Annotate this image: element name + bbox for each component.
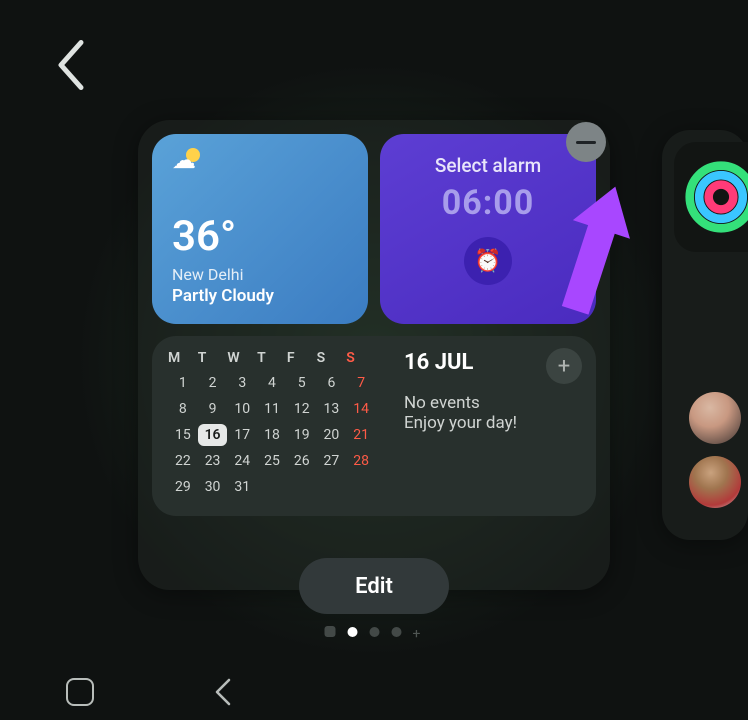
alarm-title: Select alarm bbox=[435, 154, 541, 177]
widget-panel: 36° New Delhi Partly Cloudy Select alarm… bbox=[138, 120, 610, 590]
calendar-day[interactable]: 1 bbox=[168, 372, 198, 394]
city-label: New Delhi bbox=[172, 265, 348, 284]
avatar[interactable] bbox=[689, 456, 741, 508]
calendar-day[interactable]: 26 bbox=[287, 450, 317, 472]
calendar-day[interactable]: 16 bbox=[198, 424, 228, 446]
dow-label: M bbox=[168, 350, 198, 366]
activity-rings-widget[interactable] bbox=[674, 142, 748, 252]
calendar-day[interactable]: 2 bbox=[198, 372, 228, 394]
temperature: 36° bbox=[172, 212, 348, 261]
calendar-day[interactable]: 18 bbox=[257, 424, 287, 446]
alarm-widget[interactable]: Select alarm 06:00 ⏰ bbox=[380, 134, 596, 324]
calendar-day[interactable]: 7 bbox=[346, 372, 376, 394]
calendar-day[interactable]: 25 bbox=[257, 450, 287, 472]
dow-label: T bbox=[257, 350, 287, 366]
nav-back-button[interactable] bbox=[214, 678, 232, 706]
dow-label: S bbox=[346, 350, 376, 366]
dow-label: S bbox=[317, 350, 347, 366]
calendar-day[interactable]: 28 bbox=[346, 450, 376, 472]
avatar[interactable] bbox=[689, 392, 741, 444]
alarm-clock-icon: ⏰ bbox=[464, 237, 512, 285]
calendar-day[interactable]: 14 bbox=[346, 398, 376, 420]
calendar-day[interactable]: 19 bbox=[287, 424, 317, 446]
calendar-day[interactable]: 31 bbox=[227, 476, 257, 498]
calendar-day[interactable]: 17 bbox=[227, 424, 257, 446]
calendar-day[interactable]: 4 bbox=[257, 372, 287, 394]
weather-widget[interactable]: 36° New Delhi Partly Cloudy bbox=[152, 134, 368, 324]
side-widget-panel bbox=[662, 130, 748, 540]
calendar-grid: MTWTFSS 12345678910111213141516171819202… bbox=[168, 350, 376, 502]
calendar-day[interactable]: 22 bbox=[168, 450, 198, 472]
calendar-day[interactable]: 6 bbox=[317, 372, 347, 394]
recent-apps-button[interactable] bbox=[66, 678, 94, 706]
page-dot[interactable] bbox=[348, 627, 358, 637]
calendar-day[interactable]: 23 bbox=[198, 450, 228, 472]
calendar-day[interactable]: 5 bbox=[287, 372, 317, 394]
calendar-day[interactable]: 21 bbox=[346, 424, 376, 446]
calendar-day[interactable]: 30 bbox=[198, 476, 228, 498]
page-dot[interactable] bbox=[392, 627, 402, 637]
page-indicator[interactable] bbox=[325, 626, 424, 637]
calendar-day[interactable]: 12 bbox=[287, 398, 317, 420]
calendar-day[interactable]: 15 bbox=[168, 424, 198, 446]
dow-label: T bbox=[198, 350, 228, 366]
calendar-day[interactable]: 3 bbox=[227, 372, 257, 394]
calendar-day[interactable]: 29 bbox=[168, 476, 198, 498]
calendar-day[interactable]: 13 bbox=[317, 398, 347, 420]
calendar-widget[interactable]: MTWTFSS 12345678910111213141516171819202… bbox=[152, 336, 596, 516]
calendar-day[interactable]: 11 bbox=[257, 398, 287, 420]
condition-label: Partly Cloudy bbox=[172, 286, 348, 306]
calendar-day[interactable]: 20 bbox=[317, 424, 347, 446]
calendar-day[interactable]: 10 bbox=[227, 398, 257, 420]
calendar-day[interactable]: 27 bbox=[317, 450, 347, 472]
enjoy-label: Enjoy your day! bbox=[404, 413, 580, 433]
dow-label: F bbox=[287, 350, 317, 366]
add-page-button[interactable] bbox=[414, 627, 424, 637]
edit-button[interactable]: Edit bbox=[299, 558, 449, 614]
no-events-label: No events bbox=[404, 393, 580, 413]
page-dot-home[interactable] bbox=[325, 626, 336, 637]
add-event-button[interactable]: + bbox=[546, 348, 582, 384]
system-nav bbox=[0, 678, 748, 706]
page-dot[interactable] bbox=[370, 627, 380, 637]
remove-widget-button[interactable] bbox=[566, 122, 606, 162]
calendar-day[interactable]: 24 bbox=[227, 450, 257, 472]
alarm-time: 06:00 bbox=[442, 183, 535, 223]
calendar-day[interactable]: 9 bbox=[198, 398, 228, 420]
dow-label: W bbox=[227, 350, 257, 366]
back-button[interactable] bbox=[55, 40, 87, 90]
weather-icon bbox=[172, 152, 206, 176]
contacts-widget[interactable] bbox=[674, 392, 748, 508]
calendar-day[interactable]: 8 bbox=[168, 398, 198, 420]
